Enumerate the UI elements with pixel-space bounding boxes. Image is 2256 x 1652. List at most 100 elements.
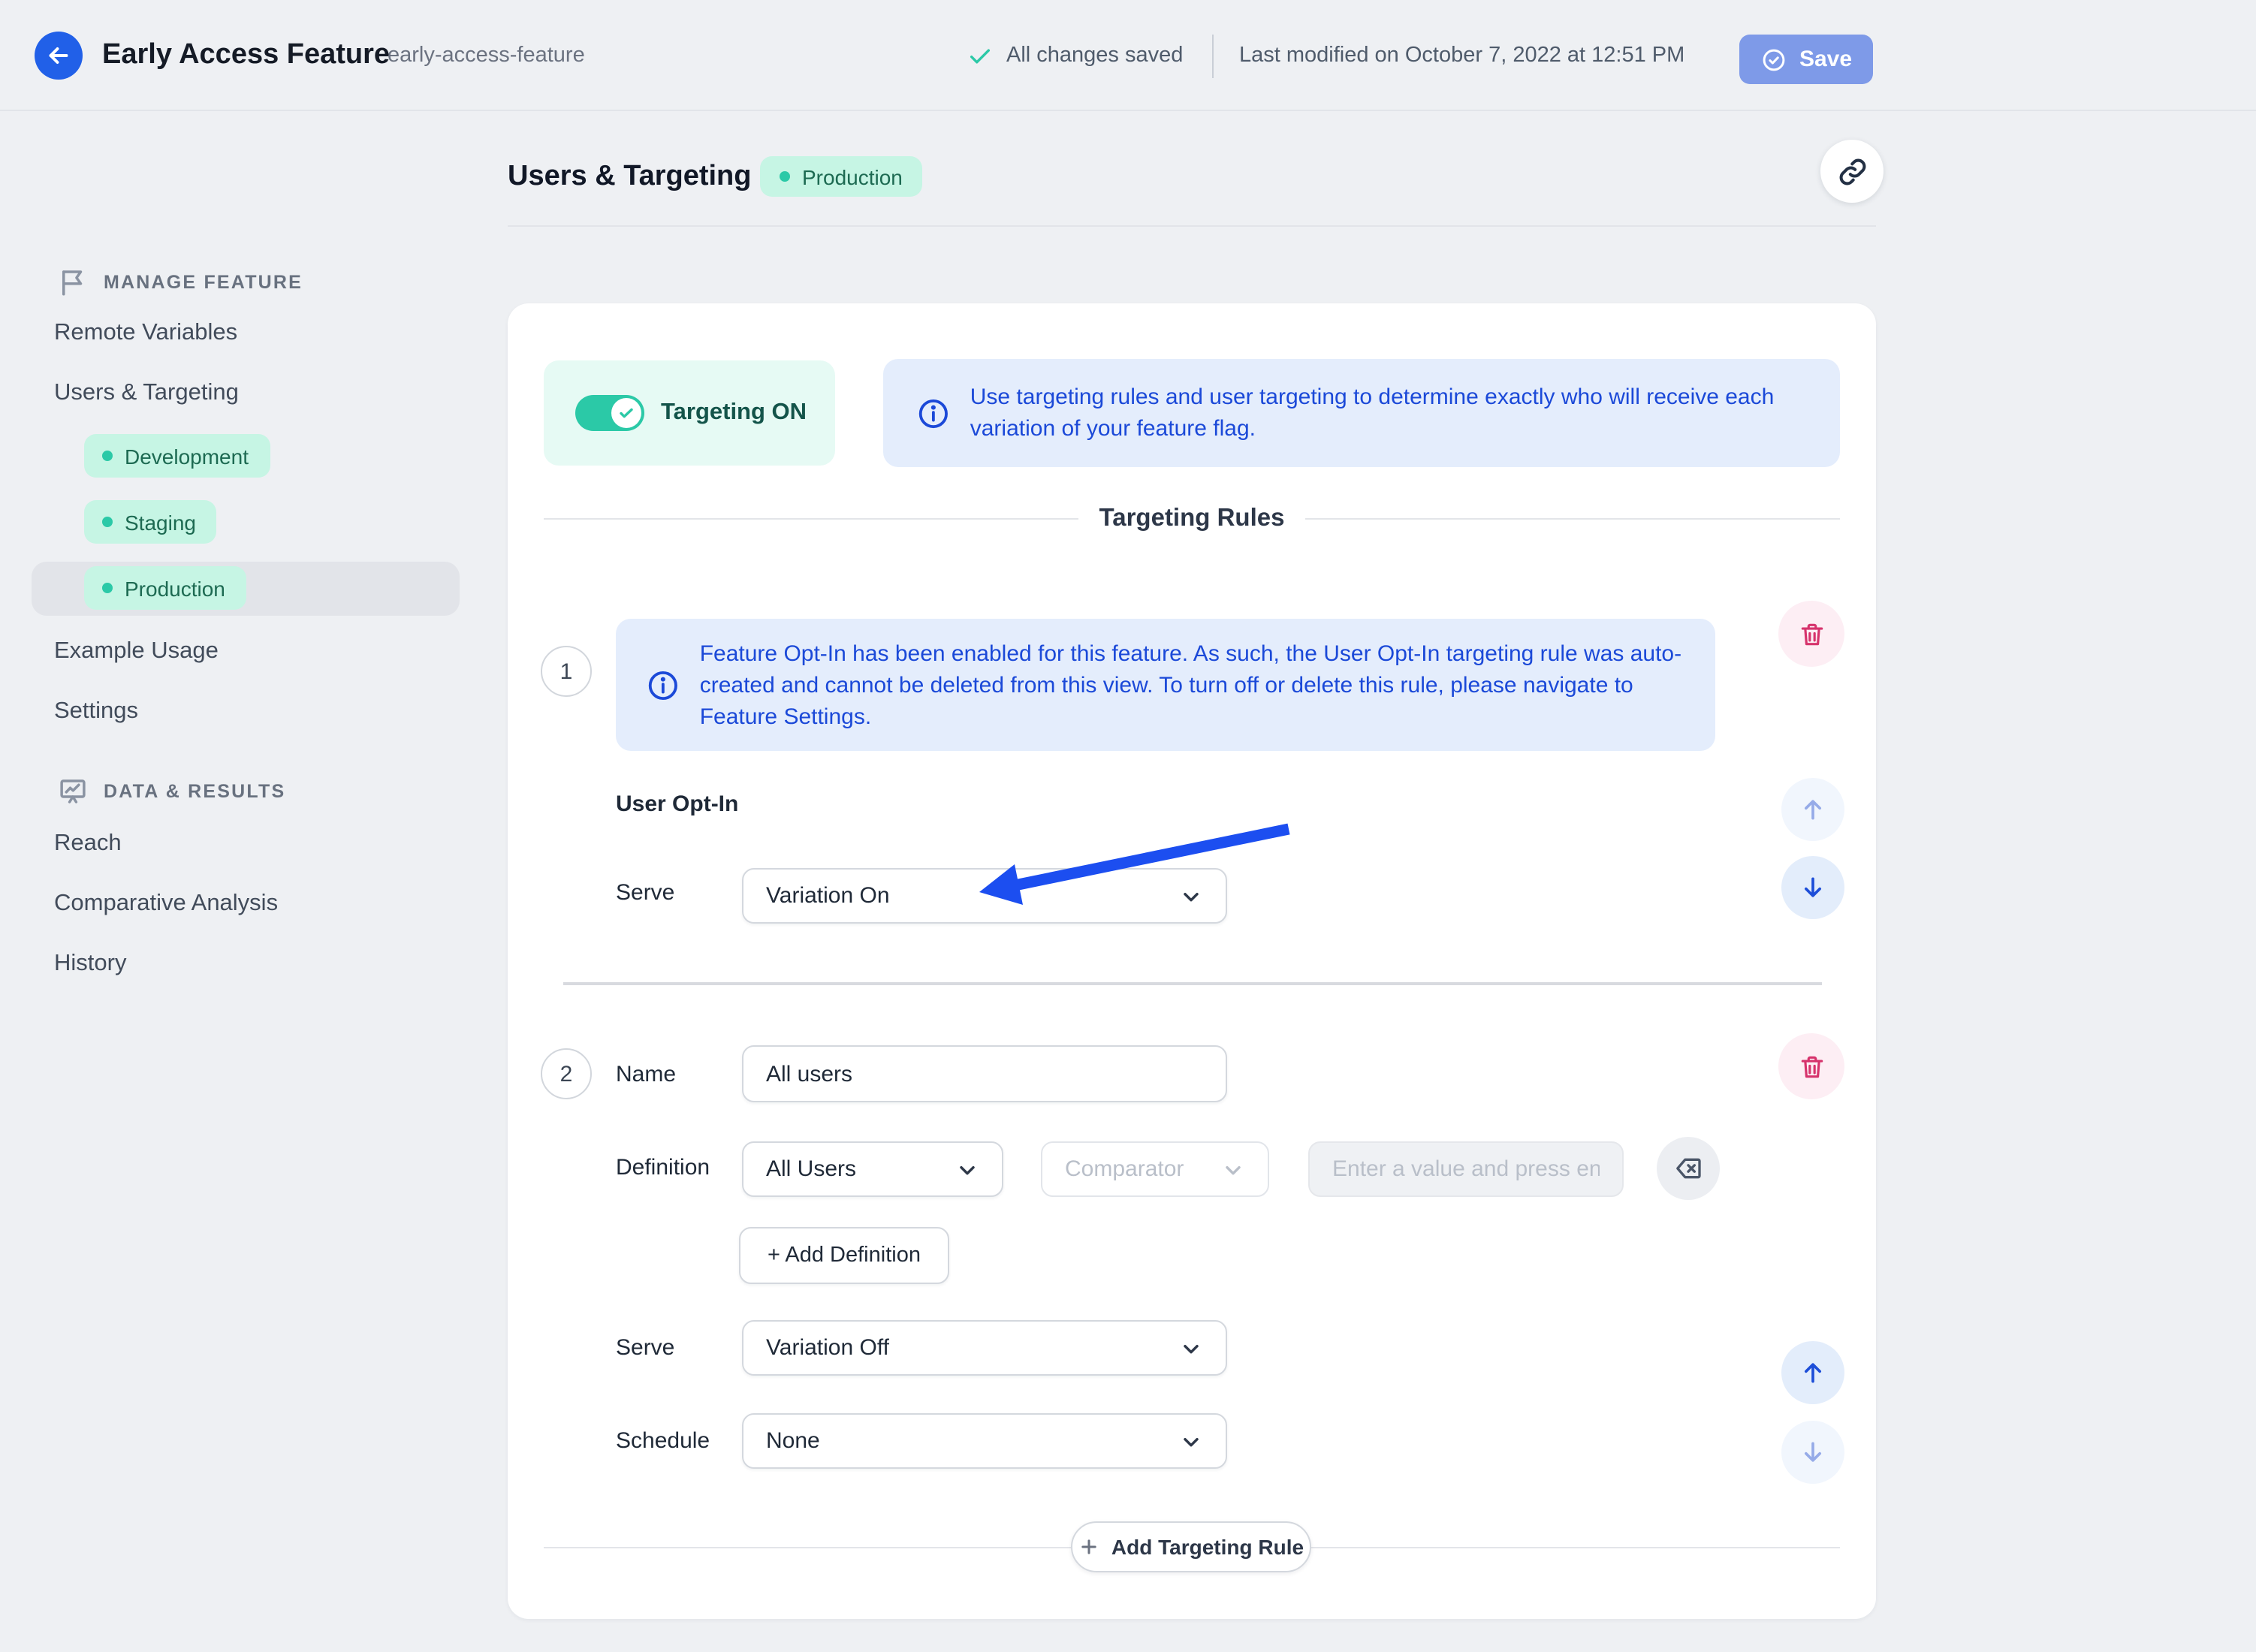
sidebar-section-label: MANAGE FEATURE <box>104 272 303 293</box>
rule-2-definition-label: Definition <box>616 1155 710 1180</box>
chevron-down-icon <box>1184 1436 1199 1446</box>
sidebar-item-history[interactable]: History <box>54 951 126 978</box>
rule-2-delete-button[interactable] <box>1778 1033 1844 1099</box>
save-button[interactable]: Save <box>1739 35 1873 84</box>
chevron-down-icon <box>1184 1343 1199 1353</box>
plus-icon <box>1081 1539 1096 1554</box>
rule-1-notice-text: Feature Opt-In has been enabled for this… <box>699 641 1682 729</box>
rule-2-comparator-select: Comparator <box>1041 1141 1269 1197</box>
top-bar: Early Access Feature early-access-featur… <box>0 0 2256 111</box>
add-definition-button[interactable]: + Add Definition <box>739 1227 949 1284</box>
targeting-toggle[interactable] <box>575 395 644 431</box>
sidebar: MANAGE FEATURE Remote Variables Users & … <box>0 111 496 1652</box>
arrow-up-icon <box>1805 800 1821 820</box>
sidebar-env-production[interactable]: Production <box>84 566 246 610</box>
environment-badge: Production <box>760 156 922 197</box>
sidebar-item-comparative-analysis[interactable]: Comparative Analysis <box>54 891 278 918</box>
add-targeting-rule-label: Add Targeting Rule <box>1111 1535 1304 1559</box>
trash-icon <box>1800 623 1823 645</box>
targeting-card: Targeting ON Use targeting rules and use… <box>508 303 1876 1619</box>
back-button[interactable] <box>35 32 83 80</box>
targeting-rules-heading: Targeting Rules <box>544 500 1840 536</box>
link-icon <box>1838 158 1865 185</box>
rule-2-move-up-button[interactable] <box>1781 1341 1844 1404</box>
main-page-title: Users & Targeting <box>508 161 752 192</box>
rule-1-number: 1 <box>541 646 592 697</box>
sidebar-item-settings[interactable]: Settings <box>54 698 138 725</box>
environment-badge-label: Production <box>802 164 903 188</box>
env-dot-icon <box>780 171 790 182</box>
rule-1-serve-label: Serve <box>616 880 675 906</box>
env-label: Staging <box>125 510 196 534</box>
rule-2-serve-select[interactable]: Variation Off <box>742 1320 1227 1376</box>
rule-1-move-up-button[interactable] <box>1781 778 1844 841</box>
rule-2-name-input[interactable] <box>742 1045 1227 1102</box>
sidebar-item-example-usage[interactable]: Example Usage <box>54 638 219 665</box>
rule-2-name-label: Name <box>616 1062 677 1087</box>
rule-2-serve-value: Variation Off <box>766 1335 889 1361</box>
backspace-icon <box>1676 1158 1701 1179</box>
trash-icon <box>1800 1055 1823 1078</box>
sidebar-section-label: DATA & RESULTS <box>104 781 286 802</box>
env-dot-icon <box>102 517 113 527</box>
info-icon <box>648 670 677 700</box>
rule-2-clear-definition-button[interactable] <box>1657 1137 1720 1200</box>
sidebar-item-reach[interactable]: Reach <box>54 831 122 858</box>
last-modified-text: Last modified on October 7, 2022 at 12:5… <box>1239 44 1685 68</box>
rule-2-schedule-value: None <box>766 1428 820 1454</box>
rule-1-serve-select[interactable]: Variation On <box>742 868 1227 924</box>
rule-1-notice: Feature Opt-In has been enabled for this… <box>616 619 1715 751</box>
app-window: Early Access Feature early-access-featur… <box>0 0 2256 1652</box>
sidebar-env-development[interactable]: Development <box>84 434 270 478</box>
rule-1-move-down-button[interactable] <box>1781 856 1844 919</box>
chevron-down-icon <box>1226 1165 1241 1174</box>
env-label: Production <box>125 576 225 600</box>
page-title: Early Access Feature <box>102 39 391 71</box>
header-divider <box>1212 35 1214 78</box>
arrow-left-icon <box>49 47 68 64</box>
rule-1-title: User Opt-In <box>616 791 739 817</box>
env-dot-icon <box>102 583 113 593</box>
rule-separator <box>563 982 1822 985</box>
rule-2-definition-value: All Users <box>766 1156 857 1182</box>
rule-1-delete-button[interactable] <box>1778 601 1844 667</box>
main-header-divider <box>508 225 1876 227</box>
heading-line <box>1305 517 1840 519</box>
targeting-info-banner: Use targeting rules and user targeting t… <box>883 359 1840 467</box>
rule-2-schedule-label: Schedule <box>616 1428 710 1454</box>
rule-1-serve-value: Variation On <box>766 883 890 909</box>
toggle-knob <box>611 398 641 428</box>
targeting-toggle-box: Targeting ON <box>544 360 835 466</box>
rule-2-serve-label: Serve <box>616 1335 675 1361</box>
env-dot-icon <box>102 451 113 461</box>
sidebar-env-staging[interactable]: Staging <box>84 500 217 544</box>
sidebar-item-remote-variables[interactable]: Remote Variables <box>54 320 237 347</box>
env-label: Development <box>125 444 249 468</box>
feature-key: early-access-feature <box>388 44 585 68</box>
sidebar-section-data-results: DATA & RESULTS <box>57 773 285 809</box>
sidebar-item-users-targeting[interactable]: Users & Targeting <box>54 380 239 407</box>
add-targeting-rule-button[interactable]: Add Targeting Rule <box>1071 1521 1311 1572</box>
rule-2-move-down-button[interactable] <box>1781 1421 1844 1484</box>
rule-2-schedule-select[interactable]: None <box>742 1413 1227 1469</box>
check-icon <box>970 48 991 63</box>
targeting-info-text: Use targeting rules and user targeting t… <box>970 384 1775 442</box>
targeting-toggle-label: Targeting ON <box>661 399 807 425</box>
arrow-down-icon <box>1805 1442 1821 1462</box>
check-circle-icon <box>1763 48 1785 71</box>
save-button-label: Save <box>1799 47 1853 72</box>
rule-2-number: 2 <box>541 1048 592 1099</box>
copy-link-button[interactable] <box>1820 140 1884 203</box>
toggle-check-icon <box>620 408 633 418</box>
rule-2-definition-select[interactable]: All Users <box>742 1141 1003 1197</box>
info-icon <box>918 398 948 428</box>
flag-icon <box>62 270 83 296</box>
rule-2-value-input <box>1308 1141 1624 1197</box>
save-status: All changes saved <box>967 0 1183 111</box>
chart-board-icon <box>60 779 86 803</box>
chevron-down-icon <box>1184 891 1199 901</box>
rule-2-comparator-placeholder: Comparator <box>1065 1156 1184 1182</box>
heading-line <box>544 517 1078 519</box>
save-status-text: All changes saved <box>1006 44 1184 68</box>
arrow-up-icon <box>1805 1363 1821 1383</box>
